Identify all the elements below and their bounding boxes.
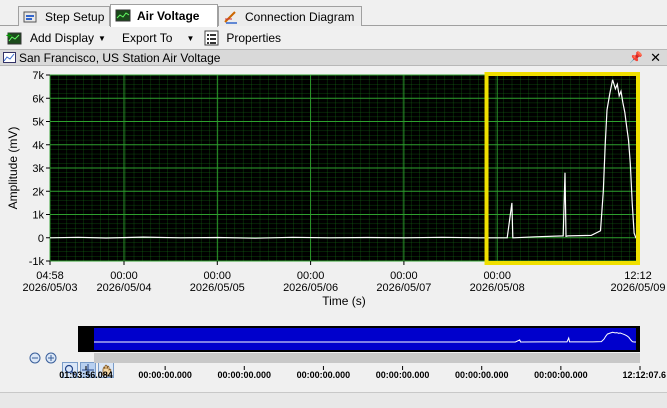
y-tick-label: 1k bbox=[32, 210, 44, 222]
tab-connection-diagram-label: Connection Diagram bbox=[245, 9, 355, 24]
y-tick-label: 4k bbox=[32, 140, 44, 152]
y-tick-label: -1k bbox=[29, 256, 45, 268]
x-tick-time-label: 00:00 bbox=[204, 270, 232, 282]
tab-step-setup-label: Step Setup bbox=[45, 9, 105, 24]
x-tick-time-label: 04:58 bbox=[36, 270, 64, 282]
y-tick-label: 7k bbox=[32, 70, 44, 82]
tab-air-voltage-label: Air Voltage bbox=[137, 9, 200, 23]
pin-icon[interactable]: 📌 bbox=[629, 51, 643, 64]
step-setup-icon bbox=[23, 10, 39, 24]
x-tick-date-label: 2026/05/03 bbox=[22, 282, 77, 294]
export-to-button[interactable]: Export To ▼ bbox=[118, 27, 198, 49]
x-tick-time-label: 12:12 bbox=[624, 270, 652, 282]
y-axis-label: Amplitude (mV) bbox=[6, 127, 20, 210]
overview-time-label: 01:03:56.084 bbox=[59, 370, 113, 380]
export-to-label: Export To bbox=[121, 31, 173, 45]
properties-label: Properties bbox=[226, 31, 282, 45]
add-display-label: Add Display bbox=[30, 31, 95, 45]
overview-navigator[interactable]: 01:03:56.084 00:00:00.000 00:00:00.000 00:0… bbox=[0, 322, 667, 384]
chevron-down-icon: ▼ bbox=[186, 33, 195, 43]
x-tick-time-label: 00:00 bbox=[110, 270, 138, 282]
properties-button[interactable]: Properties bbox=[200, 27, 285, 49]
tab-bar: Step Setup Air Voltage Connection Diagra… bbox=[0, 0, 667, 27]
close-icon[interactable]: ✕ bbox=[650, 50, 661, 66]
overview-time-label: 00:00:00.000 bbox=[455, 370, 509, 380]
chart-panel: 7k 6k 5k 4k 3k 2k 1k 0 -1k Amplitude (mV) 04:58 202… bbox=[0, 66, 667, 392]
tab-air-voltage[interactable]: Air Voltage bbox=[110, 4, 218, 27]
x-tick-date-label: 2026/05/08 bbox=[470, 282, 525, 294]
y-tick-label: 3k bbox=[32, 163, 44, 175]
overview-time-label: 00:00:00.000 bbox=[218, 370, 272, 380]
y-tick-label: 5k bbox=[32, 117, 44, 129]
overview-time-label: 00:00:00.000 bbox=[138, 370, 192, 380]
overview-track bbox=[94, 328, 636, 350]
x-axis-label: Time (s) bbox=[322, 294, 366, 308]
add-display-icon: + bbox=[6, 30, 24, 46]
overview-time-label: 00:00:00.000 bbox=[376, 370, 430, 380]
status-bar bbox=[0, 392, 667, 408]
x-tick-time-label: 00:00 bbox=[390, 270, 418, 282]
chevron-down-icon: ▼ bbox=[98, 33, 106, 43]
overview-time-label: 00:00:00.000 bbox=[534, 370, 588, 380]
add-display-button[interactable]: + Add Display ▼ bbox=[0, 27, 110, 49]
y-tick-label: 6k bbox=[32, 93, 44, 105]
panel-title: San Francisco, US Station Air Voltage bbox=[19, 50, 221, 65]
x-tick-time-label: 00:00 bbox=[297, 270, 325, 282]
x-tick-date-label: 2026/05/07 bbox=[376, 282, 431, 294]
overview-time-label: 12:12:07.6 bbox=[622, 370, 666, 380]
svg-text:+: + bbox=[6, 31, 12, 42]
x-tick-date-label: 2026/05/04 bbox=[96, 282, 151, 294]
x-tick-date-label: 2026/05/05 bbox=[190, 282, 245, 294]
x-tick-date-label: 2026/05/06 bbox=[283, 282, 338, 294]
properties-icon bbox=[204, 30, 220, 46]
pen-icon bbox=[223, 10, 239, 24]
chart-panel-icon bbox=[3, 51, 17, 64]
x-tick-date-label: 2026/05/09 bbox=[610, 282, 665, 294]
grid bbox=[49, 74, 639, 262]
overview-time-label: 00:00:00.000 bbox=[297, 370, 351, 380]
overview-scrollbar bbox=[94, 353, 640, 363]
panel-header: San Francisco, US Station Air Voltage 📌 … bbox=[0, 49, 667, 66]
tab-step-setup[interactable]: Step Setup bbox=[18, 6, 110, 26]
tab-connection-diagram[interactable]: Connection Diagram bbox=[218, 6, 362, 26]
y-tick-label: 2k bbox=[32, 186, 44, 198]
x-tick-time-label: 00:00 bbox=[483, 270, 511, 282]
monitor-icon bbox=[115, 9, 131, 23]
toolbar: + Add Display ▼ Export To ▼ Properties bbox=[0, 27, 667, 49]
y-tick-label: 0 bbox=[38, 233, 44, 245]
